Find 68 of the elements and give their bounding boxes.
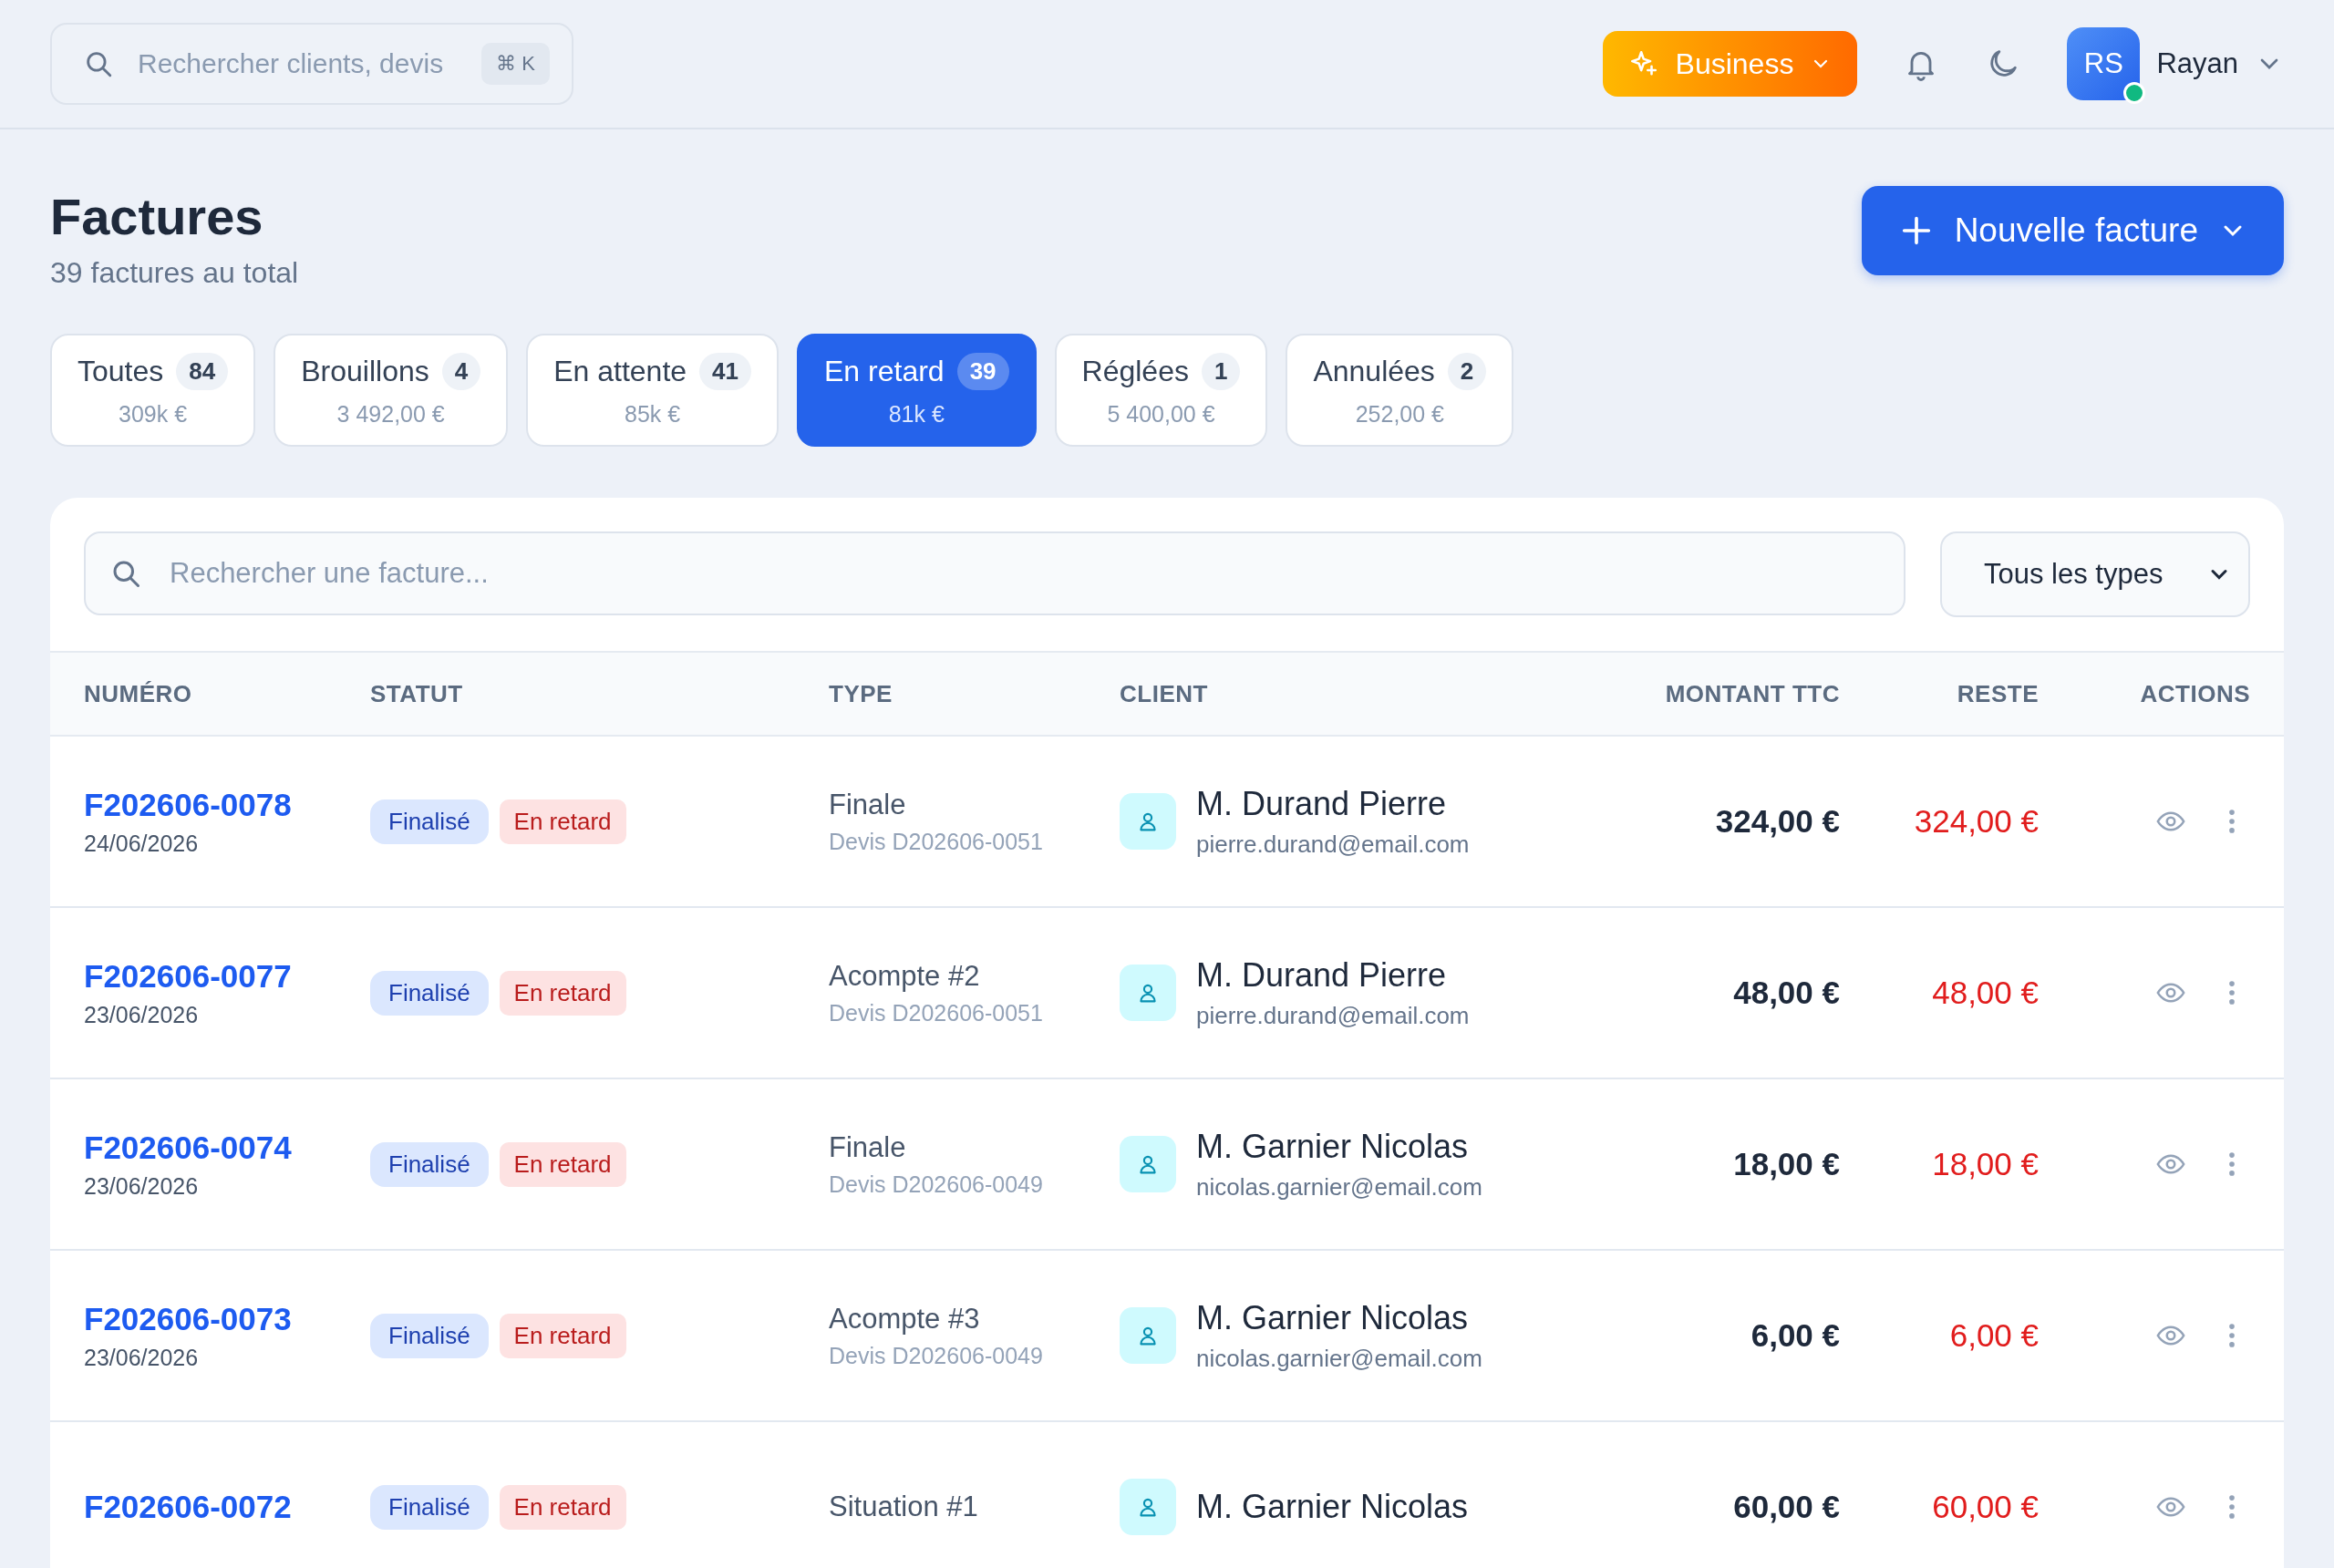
quote-reference: Devis D202606-0051: [829, 828, 1044, 855]
status-badge: Finalisé: [370, 1484, 489, 1530]
status-badge: Finalisé: [370, 1313, 489, 1358]
type-select[interactable]: Tous les types: [1940, 531, 2250, 618]
invoice-type: Situation #1: [829, 1491, 979, 1524]
amount-total: 324,00 €: [1714, 803, 1840, 841]
column-header: TYPE: [829, 679, 893, 708]
amount-total: 48,00 €: [1732, 975, 1840, 1012]
column-header: RESTE: [1956, 679, 2039, 708]
client-name: M. Garnier Nicolas: [1196, 1488, 1469, 1527]
status-badge: En retard: [499, 1484, 626, 1530]
status-tab[interactable]: Annulées 2 252,00 €: [1286, 334, 1514, 448]
amount-remaining: 60,00 €: [1931, 1489, 2039, 1526]
column-header: MONTANT TTC: [1664, 679, 1840, 708]
invoice-type: Finale: [829, 1130, 907, 1164]
status-badge: En retard: [499, 970, 626, 1016]
amount-remaining: 324,00 €: [1913, 803, 2039, 841]
invoice-date: 24/06/2026: [84, 830, 200, 857]
status-badge: Finalisé: [370, 970, 489, 1016]
invoice-date: 23/06/2026: [84, 1001, 200, 1028]
status-tab[interactable]: En attente 41 85k €: [526, 334, 779, 448]
invoice-number-link[interactable]: F202606-0077: [84, 957, 370, 995]
column-header: NUMÉRO: [84, 679, 193, 708]
new-invoice-button[interactable]: Nouvelle facture: [1861, 186, 2284, 275]
status-badge: En retard: [499, 799, 626, 844]
invoice-count: 39 factures au total: [50, 256, 299, 291]
status-badge: En retard: [499, 1313, 626, 1358]
quote-reference: Devis D202606-0049: [829, 1342, 1044, 1369]
page-title: Factures: [50, 187, 264, 247]
invoice-type: Finale: [829, 788, 907, 821]
amount-total: 60,00 €: [1732, 1489, 1840, 1526]
invoice-number-link[interactable]: F202606-0073: [84, 1300, 370, 1337]
status-tab[interactable]: Réglées 1 5 400,00 €: [1054, 334, 1268, 448]
quote-reference: Devis D202606-0049: [829, 1171, 1044, 1198]
client-name: M. Garnier Nicolas: [1196, 1127, 1470, 1166]
client-email: pierre.durand@email.com: [1196, 830, 1470, 859]
user-name[interactable]: Rayan: [2156, 47, 2238, 80]
client-name: M. Durand Pierre: [1196, 955, 1448, 995]
invoice-type: Acompte #2: [829, 959, 981, 993]
amount-remaining: 18,00 €: [1931, 1146, 2039, 1183]
status-badge: En retard: [499, 1141, 626, 1187]
amount-total: 18,00 €: [1732, 1146, 1840, 1183]
user-avatar[interactable]: RS: [2067, 27, 2141, 100]
invoice-number-link[interactable]: F202606-0072: [84, 1489, 370, 1526]
client-email: nicolas.garnier@email.com: [1196, 1172, 1482, 1202]
client-email: nicolas.garnier@email.com: [1196, 1344, 1482, 1373]
client-email: pierre.durand@email.com: [1196, 1001, 1470, 1030]
invoice-date: 23/06/2026: [84, 1344, 200, 1371]
column-header: ACTIONS: [2139, 679, 2250, 708]
status-badge: Finalisé: [370, 1141, 489, 1187]
invoice-type: Acompte #3: [829, 1302, 981, 1336]
invoice-date: 23/06/2026: [84, 1172, 200, 1200]
column-header: CLIENT: [1120, 679, 1209, 708]
status-tab[interactable]: Toutes 84 309k €: [50, 334, 256, 448]
invoice-number-link[interactable]: F202606-0074: [84, 1129, 370, 1166]
amount-remaining: 6,00 €: [1948, 1317, 2039, 1355]
client-name: M. Garnier Nicolas: [1196, 1298, 1470, 1337]
status-tab[interactable]: En retard 39 81k €: [797, 334, 1037, 448]
invoice-search-field[interactable]: Rechercher une facture...: [84, 531, 1905, 616]
shortcut-hint: ⌘ K: [481, 43, 550, 85]
amount-remaining: 48,00 €: [1931, 975, 2039, 1012]
column-header: STATUT: [370, 679, 464, 708]
status-tab[interactable]: Brouillons 4 3 492,00 €: [274, 334, 509, 448]
amount-total: 6,00 €: [1750, 1317, 1840, 1355]
status-badge: Finalisé: [370, 799, 489, 844]
invoice-number-link[interactable]: F202606-0078: [84, 786, 370, 823]
quote-reference: Devis D202606-0051: [829, 999, 1044, 1026]
client-name: M. Durand Pierre: [1196, 784, 1448, 823]
